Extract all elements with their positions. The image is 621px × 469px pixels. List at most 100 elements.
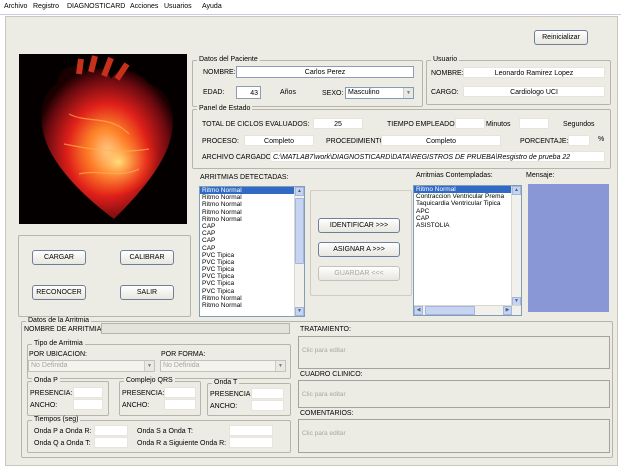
qrs-title: Complejo QRS <box>124 377 175 384</box>
user-group-title: Usuario <box>431 56 460 63</box>
list-item[interactable]: ASISTOLIA <box>414 222 521 229</box>
treatment-textarea[interactable]: Clic para editar <box>298 336 610 369</box>
patient-age-field[interactable]: 43 <box>236 86 261 99</box>
onda-t-title: Onda T <box>212 379 240 386</box>
list-item[interactable]: PVC Tipica <box>200 280 304 287</box>
percentage-unit: % <box>598 136 605 143</box>
qrs-presencia-label: PRESENCIA: <box>122 390 165 397</box>
menu-registro[interactable]: Registro <box>33 3 59 10</box>
q-to-t-label: Onda Q a Onda T: <box>34 440 91 447</box>
scroll-up-icon[interactable]: ▲ <box>295 187 304 196</box>
list-item[interactable]: Contraccion Ventricular Prema <box>414 193 521 200</box>
contemplated-vscrollbar[interactable]: ▲ ▼ <box>511 186 521 306</box>
scroll-up-icon[interactable]: ▲ <box>512 186 521 195</box>
comments-textarea[interactable]: Clic para editar <box>298 419 610 453</box>
contemplated-arrhythmias-list[interactable]: Ritmo Normal Contraccion Ventricular Prem… <box>413 185 522 316</box>
menu-acciones[interactable]: Acciones <box>130 3 158 10</box>
list-item[interactable]: Ritmo Normal <box>200 201 304 208</box>
p-to-r-field <box>94 425 128 436</box>
times-title: Tiempos (seg) <box>32 416 81 423</box>
forma-select[interactable]: No Definida ▼ <box>160 360 286 372</box>
onda-t-ancho-field <box>251 400 284 411</box>
message-label: Mensaje: <box>526 172 555 179</box>
user-cargo-field: Cardiologo UCI <box>463 86 605 97</box>
list-item[interactable]: PVC Tipica <box>200 266 304 273</box>
list-item[interactable]: APC <box>414 208 521 215</box>
cargar-button[interactable]: CARGAR <box>32 250 86 265</box>
ubicacion-select[interactable]: No Definida ▼ <box>28 360 155 372</box>
menu-diagnosticard[interactable]: DIAGNOSTICARD <box>67 3 125 10</box>
guardar-button[interactable]: GUARDAR <<< <box>318 266 400 281</box>
app-window: Archivo Registro DIAGNOSTICARD Acciones … <box>0 0 621 469</box>
r-to-next-r-field <box>229 437 273 448</box>
status-panel-title: Panel de Estado <box>197 105 253 112</box>
arrhythmia-data-title: Datos de la Arritmia <box>26 317 92 324</box>
list-item[interactable]: CAP <box>200 237 304 244</box>
list-item[interactable]: CAP <box>200 245 304 252</box>
scroll-right-icon[interactable]: ▶ <box>503 306 512 315</box>
cycles-label: TOTAL DE CICLOS EVALUADOS: <box>202 121 310 128</box>
salir-button[interactable]: SALIR <box>120 285 174 300</box>
list-item[interactable]: PVC Tipica <box>200 273 304 280</box>
asignar-button[interactable]: ASIGNAR A >>> <box>318 242 400 257</box>
list-item[interactable]: CAP <box>200 223 304 230</box>
scroll-thumb[interactable] <box>295 198 304 264</box>
reinicializar-button[interactable]: Reinicializar <box>534 30 588 45</box>
scroll-thumb[interactable] <box>425 306 475 315</box>
list-item[interactable]: PVC Tipica <box>200 288 304 295</box>
onda-p-presencia-field <box>73 387 103 398</box>
list-item[interactable]: PVC Tipica <box>200 259 304 266</box>
process-field: Completo <box>244 135 314 146</box>
patient-name-field[interactable]: Carlos Perez <box>236 66 414 78</box>
detected-scrollbar[interactable]: ▲ ▼ <box>294 187 304 316</box>
detected-arrhythmias-list[interactable]: Ritmo Normal Ritmo Normal Ritmo Normal Ritm… <box>199 186 305 317</box>
menu-archivo[interactable]: Archivo <box>4 3 27 10</box>
clinical-textarea[interactable]: Clic para editar <box>298 380 610 408</box>
patient-age-unit: Años <box>280 89 296 96</box>
patient-sex-select[interactable]: Masculino ▼ <box>345 87 414 99</box>
file-path-field: C:\MATLAB7\work\DIAGNOSTICARD\DATA\REGIS… <box>270 151 605 162</box>
list-item[interactable]: Ritmo Normal <box>200 194 304 201</box>
menu-ayuda[interactable]: Ayuda <box>202 3 222 10</box>
qrs-ancho-label: ANCHO: <box>122 402 150 409</box>
user-cargo-label: CARGO: <box>431 89 459 96</box>
chevron-down-icon[interactable]: ▼ <box>403 88 413 98</box>
arrhythmia-name-field[interactable] <box>101 323 290 334</box>
por-ubicacion-label: POR UBICACION: <box>29 351 87 358</box>
list-item[interactable]: CAP <box>200 230 304 237</box>
list-item[interactable]: Ritmo Normal <box>200 187 304 195</box>
list-item[interactable]: Ritmo Normal <box>200 216 304 223</box>
calibrar-button[interactable]: CALIBRAR <box>120 250 174 265</box>
minutes-label: Minutos <box>486 121 511 128</box>
list-item[interactable]: Ritmo Normal <box>200 295 304 302</box>
menu-usuarios[interactable]: Usuarios <box>164 3 192 10</box>
r-to-next-r-label: Onda R a Siguiente Onda R: <box>137 440 227 447</box>
time-label: TIEMPO EMPLEADO: <box>387 121 457 128</box>
seconds-field <box>519 118 549 129</box>
patient-sex-value: Masculino <box>348 89 380 96</box>
chevron-down-icon[interactable]: ▼ <box>144 361 154 371</box>
contemplated-label: Arritmias Contempladas: <box>416 172 493 179</box>
patient-group-title: Datos del Paciente <box>197 56 260 63</box>
list-item[interactable]: Ritmo Normal <box>200 302 304 309</box>
onda-t-presencia-field <box>251 388 284 399</box>
percentage-field <box>568 135 590 146</box>
reconocer-button[interactable]: RECONOCER <box>32 285 86 300</box>
list-item[interactable]: Ritmo Normal <box>200 209 304 216</box>
percentage-label: PORCENTAJE: <box>520 138 569 145</box>
contemplated-hscrollbar[interactable]: ◀ ▶ <box>414 305 521 315</box>
p-to-r-label: Onda P a Onda R: <box>34 428 92 435</box>
s-to-t-field <box>229 425 273 436</box>
list-item[interactable]: PVC Tipica <box>200 252 304 259</box>
list-item[interactable]: Ritmo Normal <box>414 186 521 194</box>
identificar-button[interactable]: IDENTIFICAR >>> <box>318 218 400 233</box>
treatment-label: TRATAMIENTO: <box>300 326 351 333</box>
user-name-field: Leonardo Ramirez Lopez <box>463 67 605 78</box>
control-buttons-group <box>18 235 191 317</box>
list-item[interactable]: Taquicardia Ventricular Tipica <box>414 200 521 207</box>
list-item[interactable]: CAP <box>414 215 521 222</box>
procedure-field: Completo <box>381 135 501 146</box>
scroll-left-icon[interactable]: ◀ <box>414 306 423 315</box>
scroll-down-icon[interactable]: ▼ <box>295 307 304 316</box>
chevron-down-icon[interactable]: ▼ <box>275 361 285 371</box>
